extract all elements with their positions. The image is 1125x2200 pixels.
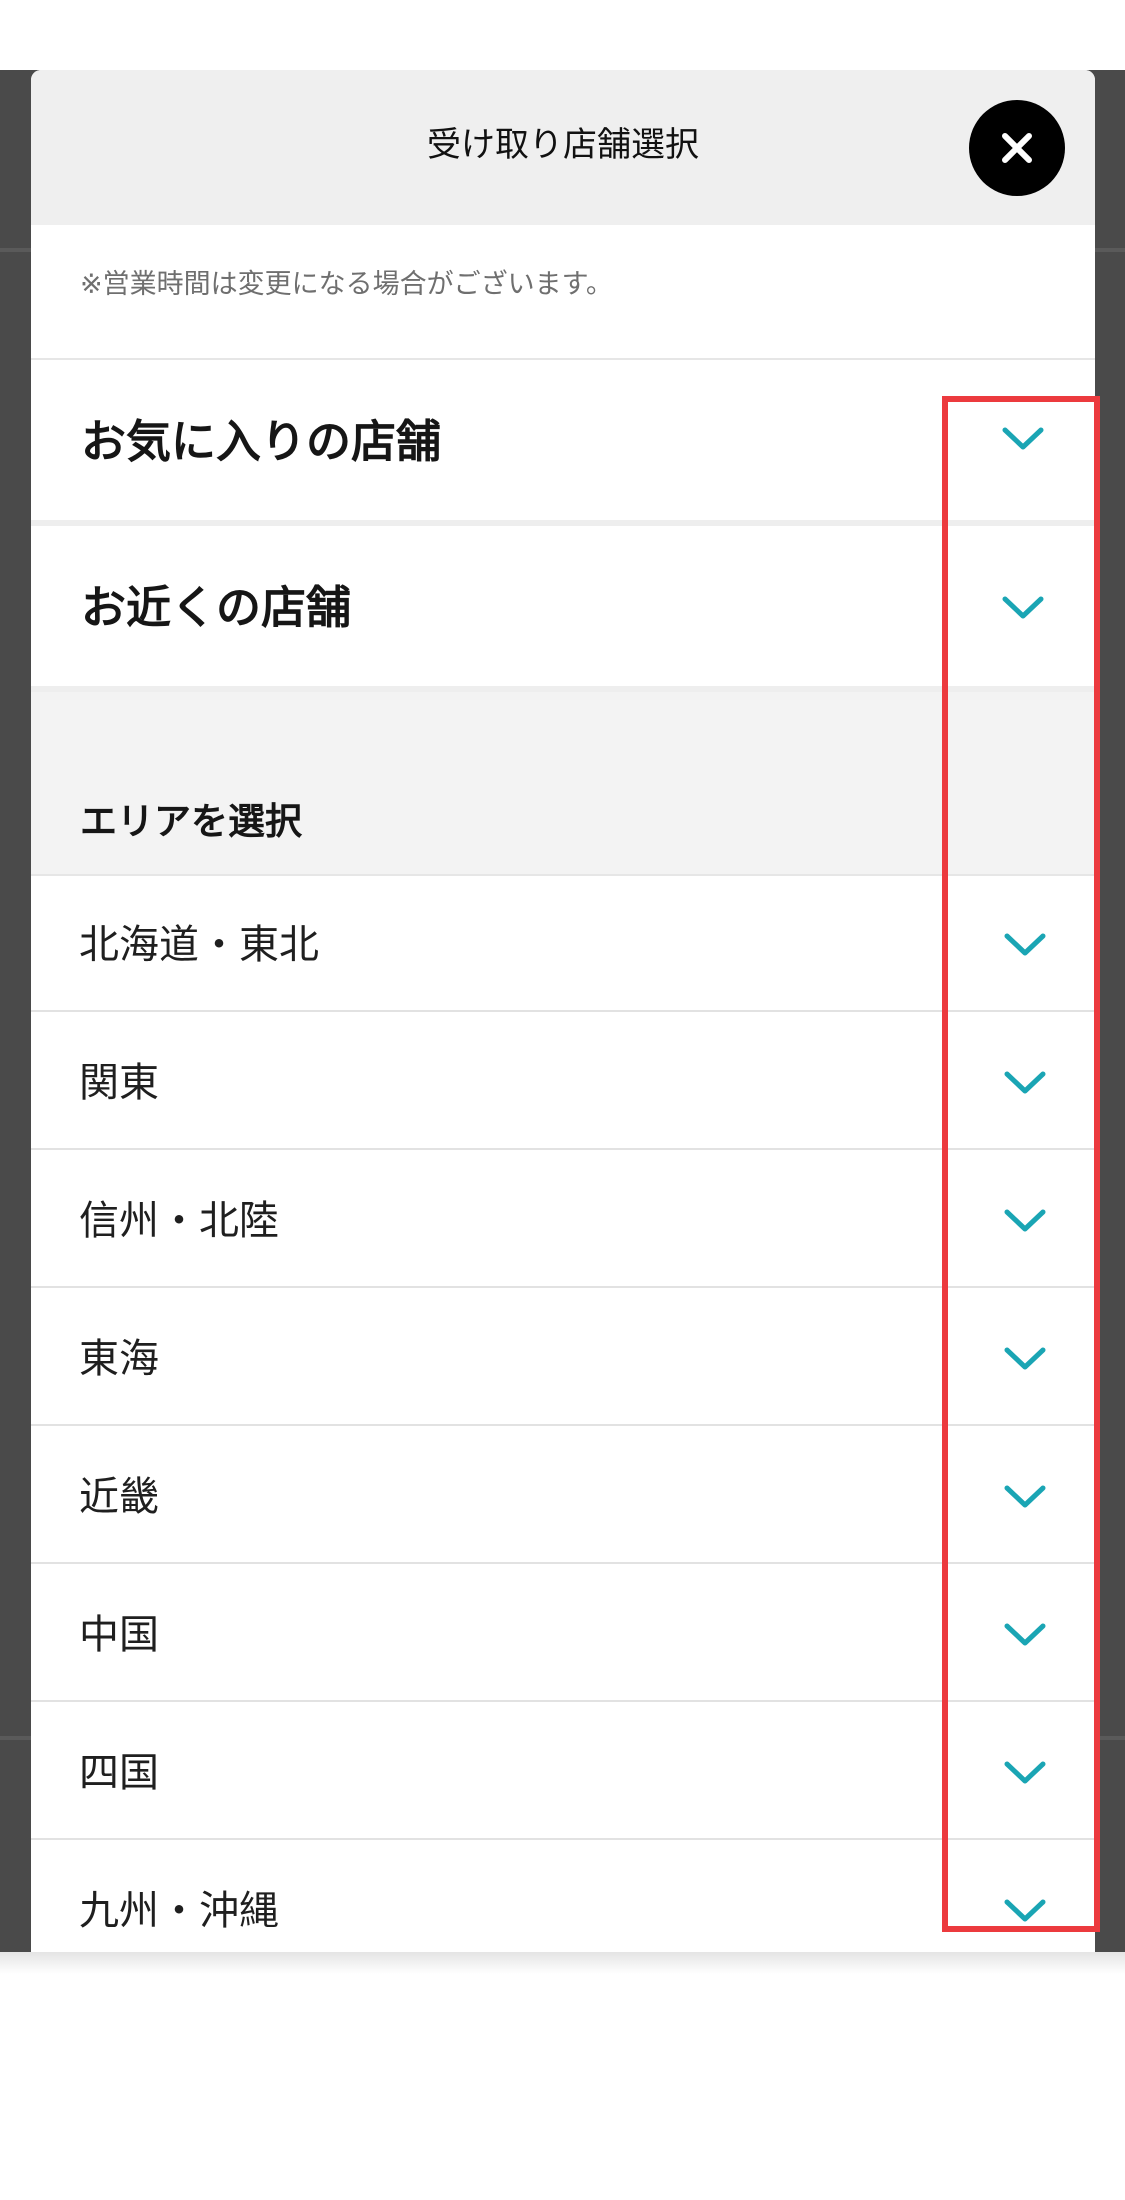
row-divider [31, 1838, 1095, 1840]
favorite-stores-label: お気に入りの店舗 [81, 415, 442, 468]
nearby-stores-label: お近くの店舗 [81, 581, 352, 634]
area-item-label: 北海道・東北 [79, 922, 319, 968]
area-select-header: エリアを選択 [31, 692, 1095, 874]
row-divider [31, 1286, 1095, 1288]
row-divider [31, 1148, 1095, 1150]
chevron-down-icon [1004, 1485, 1046, 1508]
area-item-label: 関東 [79, 1060, 159, 1106]
area-item-hokkaido-tohoku[interactable]: 北海道・東北 [31, 876, 1095, 1012]
area-item-label: 近畿 [79, 1474, 159, 1520]
row-divider [31, 1700, 1095, 1702]
area-select-heading: エリアを選択 [80, 800, 302, 843]
area-item-kinki[interactable]: 近畿 [31, 1428, 1095, 1564]
area-item-tokai[interactable]: 東海 [31, 1290, 1095, 1426]
area-item-shikoku[interactable]: 四国 [31, 1704, 1095, 1840]
area-item-label: 九州・沖縄 [79, 1888, 279, 1934]
nearby-stores-row[interactable]: お近くの店舗 [31, 526, 1095, 686]
store-select-modal: 受け取り店舗選択 ※営業時間は変更になる場合がございます。 お気に入りの店舗 お… [31, 70, 1095, 1952]
close-button[interactable] [969, 100, 1065, 196]
chevron-down-icon [1004, 933, 1046, 956]
chevron-down-icon [1004, 1623, 1046, 1646]
area-item-shinshu-hokuriku[interactable]: 信州・北陸 [31, 1152, 1095, 1288]
close-icon [1002, 133, 1032, 163]
chevron-down-icon [1004, 1071, 1046, 1094]
area-item-label: 中国 [79, 1612, 159, 1658]
row-divider [31, 1424, 1095, 1426]
chevron-down-icon [1002, 596, 1044, 619]
chevron-down-icon [1004, 1209, 1046, 1232]
area-item-chugoku[interactable]: 中国 [31, 1566, 1095, 1702]
area-item-label: 東海 [79, 1336, 159, 1382]
area-item-label: 信州・北陸 [79, 1198, 279, 1244]
business-hours-notice: ※営業時間は変更になる場合がございます。 [80, 269, 613, 300]
row-divider [31, 1010, 1095, 1012]
area-item-kyushu-okinawa[interactable]: 九州・沖縄 [31, 1842, 1095, 1952]
chevron-down-icon [1004, 1899, 1046, 1922]
area-item-kanto[interactable]: 関東 [31, 1014, 1095, 1150]
chevron-down-icon [1004, 1761, 1046, 1784]
sheet-bottom-shadow [0, 1952, 1125, 1974]
chevron-down-icon [1002, 427, 1044, 450]
modal-title: 受け取り店舗選択 [427, 125, 699, 165]
modal-header: 受け取り店舗選択 [31, 70, 1095, 225]
area-item-label: 四国 [79, 1750, 159, 1796]
chevron-down-icon [1004, 1347, 1046, 1370]
row-divider [31, 1562, 1095, 1564]
favorite-stores-row[interactable]: お気に入りの店舗 [31, 360, 1095, 520]
